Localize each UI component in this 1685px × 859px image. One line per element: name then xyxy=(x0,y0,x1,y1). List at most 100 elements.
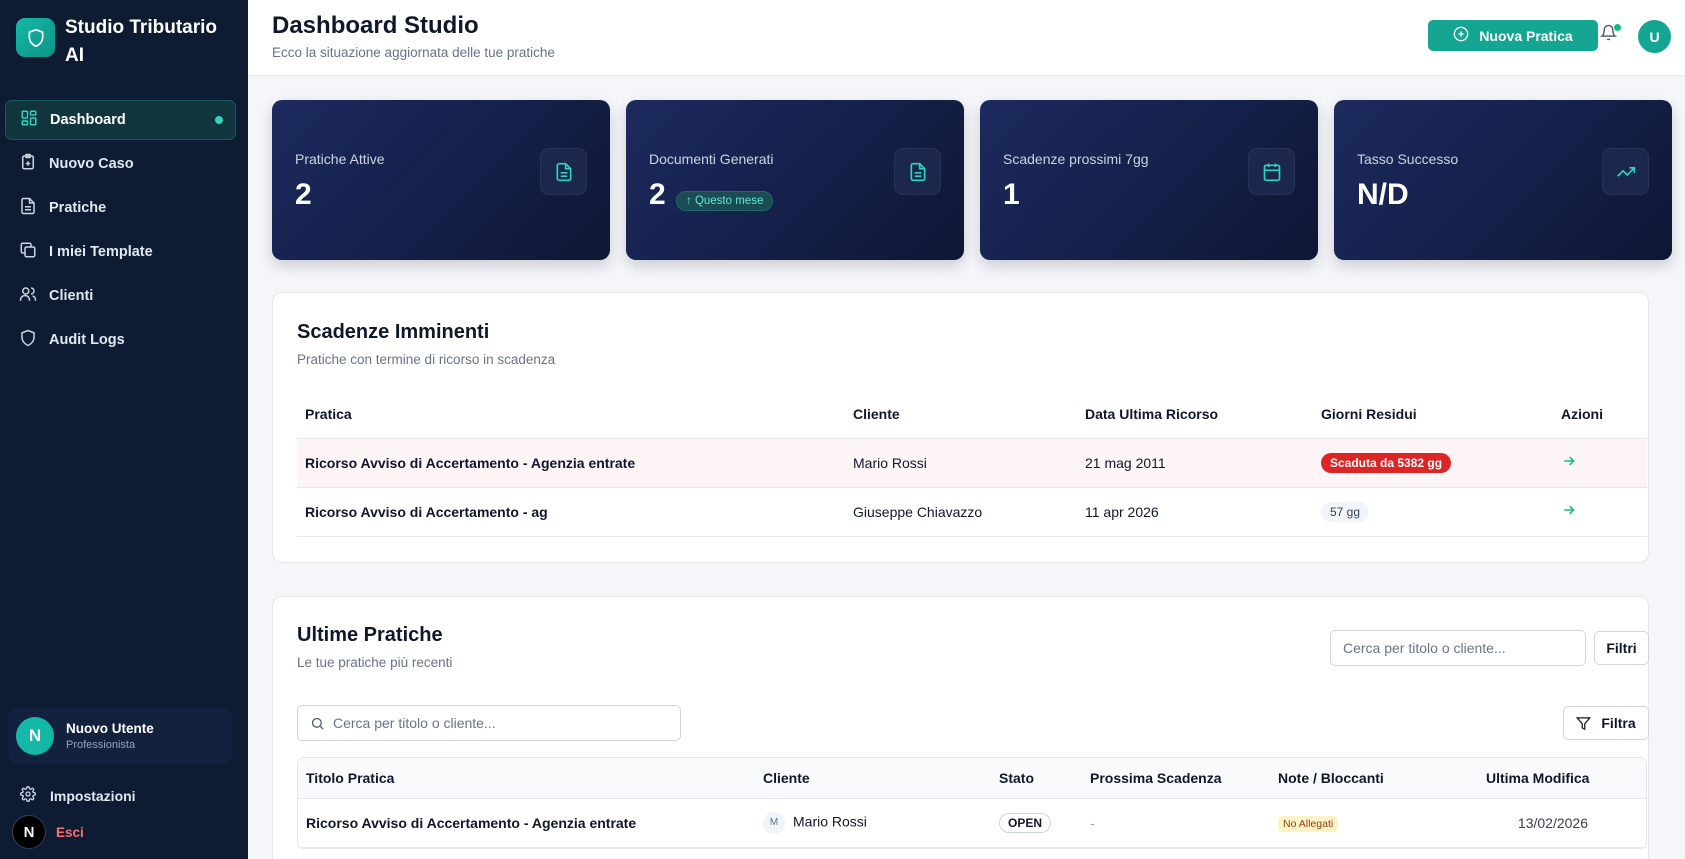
brand[interactable]: Studio Tributario AI xyxy=(16,14,225,70)
column-header: Pratica xyxy=(297,390,845,439)
deadline-date: 21 mag 2011 xyxy=(1077,438,1313,488)
filters-button[interactable]: Filtri xyxy=(1594,631,1649,665)
logout-button[interactable]: N Esci xyxy=(12,815,84,849)
active-indicator-dot xyxy=(215,116,223,124)
stat-value: N/D xyxy=(1357,178,1409,211)
page-subtitle: Ecco la situazione aggiornata delle tue … xyxy=(272,45,555,60)
sidebar-item-label: Audit Logs xyxy=(49,332,125,348)
practice-title: Ricorso Avviso di Accertamento - ag xyxy=(297,487,845,537)
column-header: Giorni Residui xyxy=(1313,390,1553,439)
filter-button[interactable]: Filtra xyxy=(1563,706,1649,740)
stat-card-tasso-successo: Tasso Successo N/D xyxy=(1334,100,1672,260)
logout-label: Esci xyxy=(56,824,84,840)
user-card[interactable]: N Nuovo Utente Professionista xyxy=(8,708,232,763)
sidebar-item-clienti[interactable]: Clienti xyxy=(5,276,236,316)
column-header: Note / Bloccanti xyxy=(1270,758,1478,799)
sidebar-item-label: Nuovo Caso xyxy=(49,156,134,172)
users-icon xyxy=(19,285,37,307)
sidebar-item-label: Dashboard xyxy=(50,112,126,128)
top-header: Dashboard Studio Ecco la situazione aggi… xyxy=(248,0,1685,76)
plus-circle-icon xyxy=(1453,26,1469,45)
status-badge: OPEN xyxy=(999,812,1052,833)
stat-card-documenti-generati: Documenti Generati 2 ↑ Questo mese xyxy=(626,100,964,260)
column-header: Cliente xyxy=(845,390,1077,439)
column-header: Prossima Scadenza xyxy=(1082,758,1270,799)
overdue-badge: Scaduta da 5382 gg xyxy=(1321,452,1452,473)
table-row[interactable]: Ricorso Avviso di Accertamento - Agenzia… xyxy=(298,798,1646,848)
shield-icon xyxy=(19,329,37,351)
recent-subtitle: Le tue pratiche più recenti xyxy=(297,655,453,670)
search-placeholder: Cerca per titolo o cliente... xyxy=(333,715,496,731)
sidebar-item-dashboard[interactable]: Dashboard xyxy=(5,100,236,140)
notification-dot xyxy=(1614,24,1621,31)
stat-label: Pratiche Attive xyxy=(295,151,385,167)
deadlines-panel: Scadenze Imminenti Pratiche con termine … xyxy=(272,292,1649,563)
shield-logo-icon xyxy=(16,18,55,57)
column-header: Cliente xyxy=(755,758,991,799)
column-header: Stato xyxy=(991,758,1082,799)
stat-label: Scadenze prossimi 7gg xyxy=(1003,151,1149,167)
settings-link[interactable]: Impostazioni xyxy=(20,786,136,805)
arrow-right-icon[interactable] xyxy=(1561,505,1577,521)
sidebar: Studio Tributario AI Dashboard Nuovo Cas… xyxy=(0,0,248,859)
recent-practices-table: Titolo Pratica Cliente Stato Prossima Sc… xyxy=(297,757,1647,849)
note-badge: No Allegati xyxy=(1278,815,1339,832)
practice-title: Ricorso Avviso di Accertamento - Agenzia… xyxy=(297,438,845,488)
search-icon xyxy=(310,716,325,731)
practice-title: Ricorso Avviso di Accertamento - Agenzia… xyxy=(298,798,755,848)
column-header: Azioni xyxy=(1553,390,1647,439)
recent-practices-panel: Ultime Pratiche Le tue pratiche più rece… xyxy=(272,596,1649,859)
deadlines-title: Scadenze Imminenti xyxy=(297,321,490,343)
client-name: Mario Rossi xyxy=(845,438,1077,488)
stat-label: Documenti Generati xyxy=(649,151,774,167)
copy-icon xyxy=(19,241,37,263)
sidebar-item-template[interactable]: I miei Template xyxy=(5,232,236,272)
sidebar-item-pratiche[interactable]: Pratiche xyxy=(5,188,236,228)
new-practice-button[interactable]: Nuova Pratica xyxy=(1428,20,1598,51)
column-header: Data Ultima Ricorso xyxy=(1077,390,1313,439)
column-header: Titolo Pratica xyxy=(298,758,755,799)
client-name: Mario Rossi xyxy=(793,813,867,830)
sidebar-item-label: Pratiche xyxy=(49,200,107,216)
filter-icon xyxy=(1576,716,1592,731)
column-header: Ultima Modifica xyxy=(1478,758,1646,799)
document-icon xyxy=(540,148,587,195)
stat-card-pratiche-attive: Pratiche Attive 2 xyxy=(272,100,610,260)
user-avatar[interactable]: U xyxy=(1638,20,1671,53)
file-icon xyxy=(19,197,37,219)
search-input[interactable]: Cerca per titolo o cliente... xyxy=(297,705,681,741)
table-row[interactable]: Ricorso Avviso di Accertamento - ag Gius… xyxy=(297,487,1647,537)
sidebar-nav: Dashboard Nuovo Caso Pratiche I miei Tem… xyxy=(5,100,236,364)
logout-badge: N xyxy=(12,815,46,849)
avatar: N xyxy=(16,716,54,755)
stat-value: 2 xyxy=(649,178,666,211)
deadlines-table: Pratica Cliente Data Ultima Ricorso Gior… xyxy=(297,390,1647,537)
brand-name: Studio Tributario AI xyxy=(65,17,217,66)
arrow-right-icon[interactable] xyxy=(1561,456,1577,472)
page-title: Dashboard Studio xyxy=(272,12,479,39)
stat-label: Tasso Successo xyxy=(1357,151,1459,167)
table-row[interactable]: Ricorso Avviso di Accertamento - Agenzia… xyxy=(297,438,1647,488)
calendar-icon xyxy=(1248,148,1295,195)
settings-label: Impostazioni xyxy=(50,787,136,804)
document-icon xyxy=(894,148,941,195)
sidebar-item-label: Clienti xyxy=(49,288,94,304)
sidebar-item-label: I miei Template xyxy=(49,244,153,260)
next-deadline: - xyxy=(1082,798,1270,848)
stat-card-scadenze: Scadenze prossimi 7gg 1 xyxy=(980,100,1318,260)
filter-label: Filtra xyxy=(1601,715,1636,731)
trending-up-icon xyxy=(1602,148,1649,195)
trend-badge: ↑ Questo mese xyxy=(676,191,774,211)
search-input-top[interactable]: Cerca per titolo o cliente... xyxy=(1330,630,1586,666)
stat-value: 1 xyxy=(1003,178,1020,211)
client-name: Giuseppe Chiavazzo xyxy=(845,487,1077,537)
dashboard-icon xyxy=(20,109,38,131)
stat-value: 2 xyxy=(295,178,312,211)
sidebar-item-nuovo-caso[interactable]: Nuovo Caso xyxy=(5,144,236,184)
gear-icon xyxy=(20,786,36,805)
new-practice-label: Nuova Pratica xyxy=(1479,27,1573,44)
client-avatar: M xyxy=(763,811,785,834)
days-remaining-badge: 57 gg xyxy=(1321,501,1370,522)
sidebar-item-audit-logs[interactable]: Audit Logs xyxy=(5,320,236,360)
recent-title: Ultime Pratiche xyxy=(297,624,443,646)
